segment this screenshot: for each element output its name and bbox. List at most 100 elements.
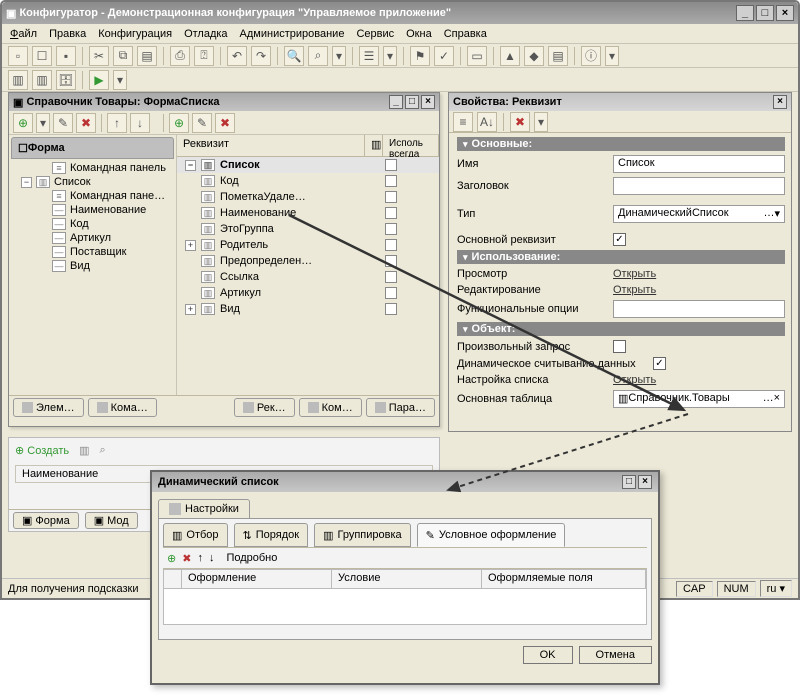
close-button[interactable]: × bbox=[776, 5, 794, 21]
props-icon[interactable]: ▤ bbox=[548, 46, 568, 66]
menu-help[interactable]: Справка bbox=[444, 28, 487, 40]
down-icon[interactable]: ↓ bbox=[130, 113, 150, 133]
menu-debug[interactable]: Отладка bbox=[184, 28, 227, 40]
dd-icon[interactable]: ▾ bbox=[332, 46, 346, 66]
menu-admin[interactable]: Администрирование bbox=[240, 28, 345, 40]
tab-rekv[interactable]: Рек… bbox=[234, 398, 295, 417]
menu-service[interactable]: Сервис bbox=[356, 28, 394, 40]
add-dd-icon[interactable]: ▾ bbox=[36, 113, 50, 133]
t2-1-icon[interactable]: ▥ bbox=[8, 70, 28, 90]
subtab-cond-appearance[interactable]: ✎Условное оформление bbox=[417, 523, 566, 547]
subtab-order[interactable]: ⇅Порядок bbox=[234, 523, 309, 547]
syntax-icon[interactable]: ⚑ bbox=[410, 46, 430, 66]
tree-item[interactable]: ≡Командная пане… bbox=[9, 189, 176, 203]
paste-icon[interactable]: ▤ bbox=[137, 46, 157, 66]
dlg-table-body[interactable] bbox=[163, 589, 647, 625]
run-icon[interactable]: ▶ bbox=[89, 70, 109, 90]
rekv-row[interactable]: ▥ЭтоГруппа bbox=[177, 221, 439, 237]
tab-commands[interactable]: Кома… bbox=[88, 398, 157, 417]
menu-windows[interactable]: Окна bbox=[406, 28, 432, 40]
rekv-row[interactable]: +▥Родитель bbox=[177, 237, 439, 253]
bottom-tab-form[interactable]: ▣ Форма bbox=[13, 512, 79, 529]
save-icon[interactable]: ▪ bbox=[56, 46, 76, 66]
dlg-add-icon[interactable]: ⊕ bbox=[167, 552, 176, 565]
prop-dyn-checkbox[interactable]: ✓ bbox=[653, 357, 666, 370]
cancel-button[interactable]: Отмена bbox=[579, 646, 652, 664]
tree-item[interactable]: —Код bbox=[9, 217, 176, 231]
copy-icon[interactable]: ⧉ bbox=[113, 46, 133, 66]
menu-file[interactable]: Файл bbox=[10, 28, 37, 40]
open-icon[interactable]: ☐ bbox=[32, 46, 52, 66]
new-icon[interactable]: ▫ bbox=[8, 46, 28, 66]
tree-item[interactable]: —Вид bbox=[9, 259, 176, 273]
pv-icon1[interactable]: ▥ bbox=[79, 444, 89, 457]
undo-icon[interactable]: ↶ bbox=[227, 46, 247, 66]
tree-item[interactable]: —Наименование bbox=[9, 203, 176, 217]
zoom-icon[interactable]: ⌕ bbox=[308, 46, 328, 66]
dlg-del-icon[interactable]: ✖ bbox=[182, 552, 191, 565]
child-min-button[interactable]: _ bbox=[389, 95, 403, 109]
cascade-icon[interactable]: ▭ bbox=[467, 46, 487, 66]
dlg-down-icon[interactable]: ↓ bbox=[209, 552, 215, 564]
prop-type-input[interactable]: ДинамическийСписок…▾ bbox=[613, 205, 785, 223]
props-az-icon[interactable]: A↓ bbox=[477, 112, 497, 132]
up-icon[interactable]: ↑ bbox=[107, 113, 127, 133]
dialog-max-button[interactable]: □ bbox=[622, 475, 636, 489]
tab-elements[interactable]: Элем… bbox=[13, 398, 84, 417]
dlg-detail-link[interactable]: Подробно bbox=[226, 552, 277, 564]
find-icon[interactable]: 🔍 bbox=[284, 46, 304, 66]
menu-edit[interactable]: Правка bbox=[49, 28, 86, 40]
add-button[interactable]: ⊕ bbox=[13, 113, 33, 133]
rekv-row[interactable]: ▥Предопределен… bbox=[177, 253, 439, 269]
dlg-up-icon[interactable]: ↑ bbox=[197, 552, 203, 564]
props-cat-icon[interactable]: ≡ bbox=[453, 112, 473, 132]
prop-arb-checkbox[interactable] bbox=[613, 340, 626, 353]
tree-item[interactable]: —Поставщик bbox=[9, 245, 176, 259]
run-dd-icon[interactable]: ▾ bbox=[113, 70, 127, 90]
subtab-filter[interactable]: ▥Отбор bbox=[163, 523, 228, 547]
role-icon[interactable]: ◆ bbox=[524, 46, 544, 66]
preview-icon[interactable]: ⍰ bbox=[194, 46, 214, 66]
prop-maintable-input[interactable]: ▥ Справочник.Товары…× bbox=[613, 390, 785, 408]
create-button[interactable]: ⊕ Создать bbox=[15, 444, 69, 457]
child-close-button[interactable]: × bbox=[421, 95, 435, 109]
rekv-list[interactable]: −▥Список▥Код▥ПометкаУдале…▥Наименование▥… bbox=[177, 157, 439, 395]
del-item-icon[interactable]: ✖ bbox=[76, 113, 96, 133]
rekv-row[interactable]: ▥Ссылка bbox=[177, 269, 439, 285]
minimize-button[interactable]: _ bbox=[736, 5, 754, 21]
subtab-group[interactable]: ▥Группировка bbox=[314, 523, 411, 547]
rekv-row[interactable]: ▥Код bbox=[177, 173, 439, 189]
bottom-tab-module[interactable]: ▣ Мод bbox=[85, 512, 138, 529]
tree-root-form[interactable]: ☐ Форма bbox=[11, 137, 174, 159]
cut-icon[interactable]: ✂ bbox=[89, 46, 109, 66]
maximize-button[interactable]: □ bbox=[756, 5, 774, 21]
rekv-row[interactable]: +▥Вид bbox=[177, 301, 439, 317]
tree-item[interactable]: −▥Список bbox=[9, 175, 176, 189]
prop-list-setup-link[interactable]: Открыть bbox=[613, 374, 656, 386]
user-icon[interactable]: ▲ bbox=[500, 46, 520, 66]
section-main[interactable]: Основные: bbox=[457, 137, 785, 151]
rekv-row[interactable]: ▥ПометкаУдале… bbox=[177, 189, 439, 205]
prop-mainrekv-checkbox[interactable]: ✓ bbox=[613, 233, 626, 246]
tree-item[interactable]: —Артикул bbox=[9, 231, 176, 245]
pv-icon2[interactable]: ⌕ bbox=[100, 444, 106, 457]
rekv-row[interactable]: −▥Список bbox=[177, 157, 439, 173]
prop-funcopt-input[interactable] bbox=[613, 300, 785, 318]
props-close-button[interactable]: × bbox=[773, 95, 787, 109]
info-icon[interactable]: ⓘ bbox=[581, 46, 601, 66]
tab-kom[interactable]: Ком… bbox=[299, 398, 362, 417]
tree-item[interactable]: ≡Командная панель bbox=[9, 161, 176, 175]
ok-button[interactable]: OK bbox=[523, 646, 573, 664]
check-icon[interactable]: ✓ bbox=[434, 46, 454, 66]
prop-view-link[interactable]: Открыть bbox=[613, 268, 656, 280]
tab-param[interactable]: Пара… bbox=[366, 398, 435, 417]
menu-config[interactable]: Конфигурация bbox=[98, 28, 172, 40]
del2-icon[interactable]: ✖ bbox=[215, 113, 235, 133]
prop-edit-link[interactable]: Открыть bbox=[613, 284, 656, 296]
dialog-close-button[interactable]: × bbox=[638, 475, 652, 489]
rekv-row[interactable]: ▥Артикул bbox=[177, 285, 439, 301]
add2-button[interactable]: ⊕ bbox=[169, 113, 189, 133]
t2-2-icon[interactable]: ▥ bbox=[32, 70, 52, 90]
dialog-tab-settings[interactable]: Настройки bbox=[158, 499, 250, 518]
props-dd-icon[interactable]: ▾ bbox=[534, 112, 548, 132]
